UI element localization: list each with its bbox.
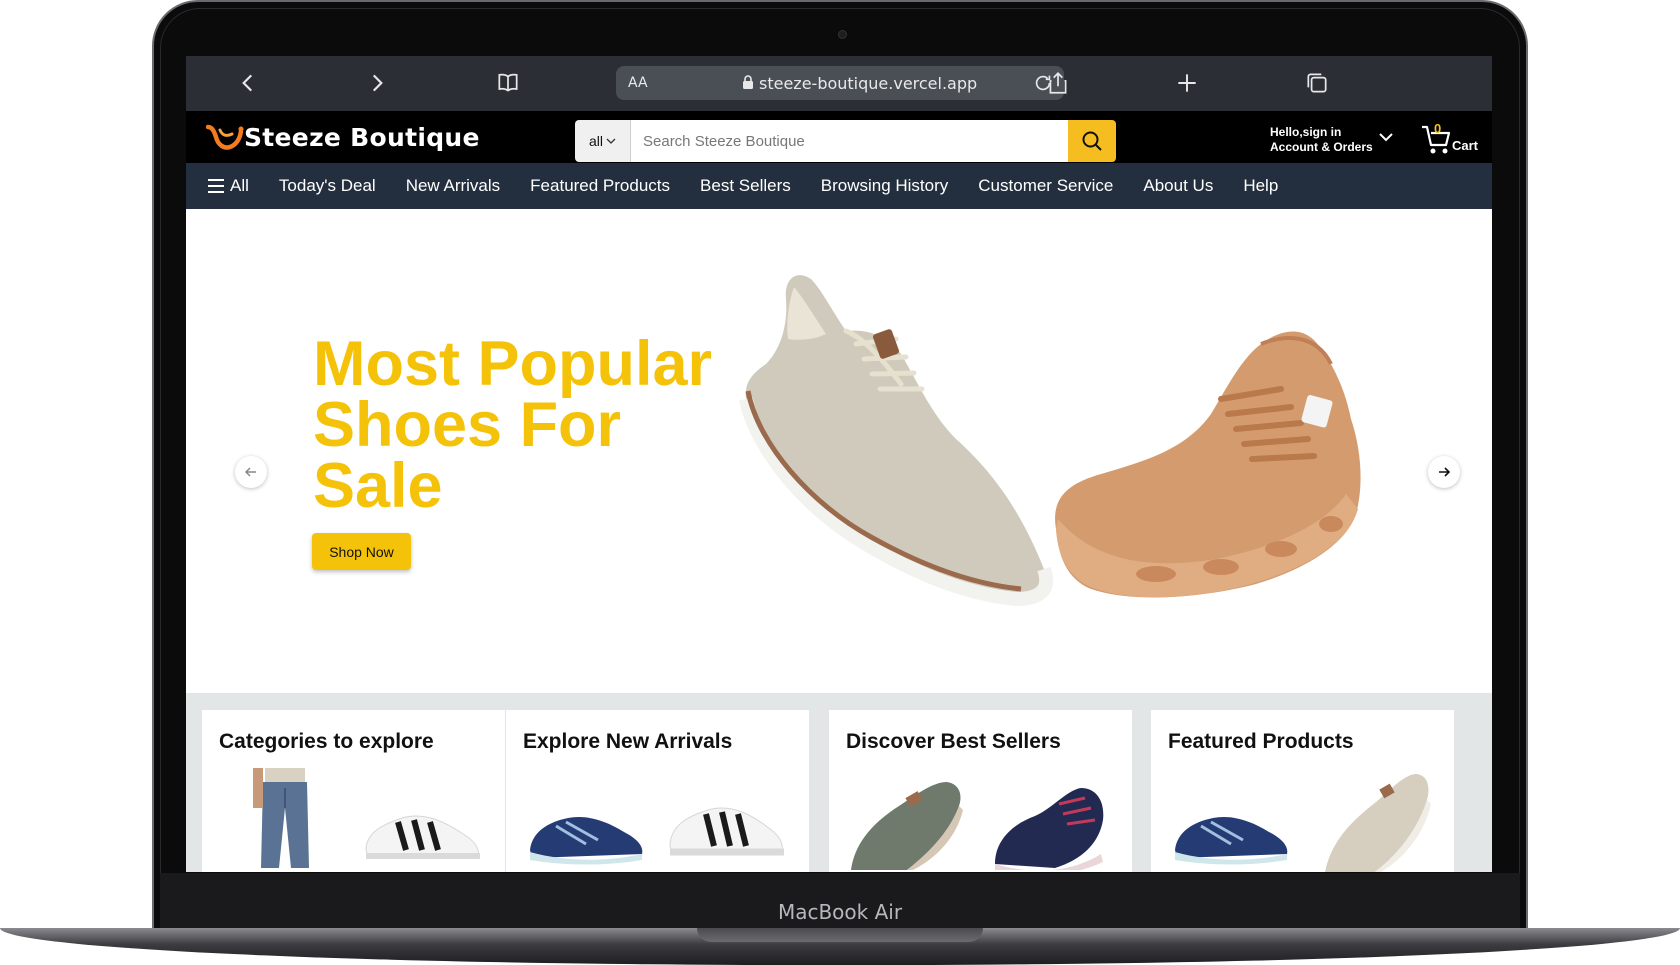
card-new-arrivals[interactable]: Explore New Arrivals	[506, 710, 809, 872]
search-input[interactable]	[631, 120, 1068, 162]
cart-logo-icon	[206, 124, 244, 150]
book-icon[interactable]	[494, 69, 522, 97]
chevron-left-icon[interactable]	[234, 69, 262, 97]
share-icon[interactable]	[1044, 69, 1072, 97]
card-title: Discover Best Sellers	[846, 730, 1061, 753]
nav-item-about-us[interactable]: About Us	[1143, 176, 1213, 196]
nav-item-new-arrivals[interactable]: New Arrivals	[406, 176, 500, 196]
cart-label: Cart	[1452, 138, 1479, 153]
navy-running-shoe-image	[530, 816, 643, 865]
nav-item-best-sellers[interactable]: Best Sellers	[700, 176, 791, 196]
search-bar: all	[575, 120, 1116, 162]
white-sneaker-image	[669, 807, 784, 856]
arrow-left-icon	[244, 467, 256, 477]
nav-item-help[interactable]: Help	[1243, 176, 1278, 196]
reader-mode-button[interactable]: AA	[628, 75, 648, 91]
carousel-next-button[interactable]	[1428, 456, 1460, 488]
chevron-down-icon[interactable]	[1378, 129, 1394, 145]
url-text: steeze-boutique.vercel.app	[759, 74, 978, 93]
browser-screen: AA steeze-boutique.vercel.app Steeze Bou…	[186, 56, 1492, 872]
account-menu[interactable]: Hello,sign in Account & Orders	[1270, 125, 1373, 155]
nav-all-menu[interactable]: All	[208, 176, 249, 196]
card-best-sellers[interactable]: Discover Best Sellers	[829, 710, 1132, 872]
hamburger-icon	[208, 179, 224, 193]
chevron-down-icon	[606, 138, 616, 144]
site-header: Steeze Boutique all Hello,sign in Accoun…	[186, 111, 1492, 163]
olive-sneaker-image	[851, 782, 963, 870]
nav-item-customer-service[interactable]: Customer Service	[978, 176, 1113, 196]
beige-sneaker-image	[739, 275, 1054, 607]
main-nav: All Today's Deal New Arrivals Featured P…	[186, 163, 1492, 209]
card-categories[interactable]: Categories to explore	[202, 710, 505, 872]
search-button[interactable]	[1068, 120, 1116, 162]
beige-sneaker-image	[1325, 774, 1431, 872]
account-greeting: Hello,sign in	[1270, 125, 1342, 139]
shop-now-button[interactable]: Shop Now	[312, 533, 411, 570]
account-orders-label: Account & Orders	[1270, 140, 1373, 154]
tabs-icon[interactable]	[1303, 69, 1331, 97]
card-title: Categories to explore	[219, 730, 434, 753]
brand-logo[interactable]: Steeze Boutique	[206, 119, 480, 155]
browser-toolbar: AA steeze-boutique.vercel.app	[186, 56, 1492, 111]
device-label: MacBook Air	[777, 900, 903, 924]
white-sneaker-image	[365, 815, 480, 859]
chevron-right-icon[interactable]	[363, 69, 391, 97]
navy-skechers-image	[995, 788, 1104, 870]
navy-running-shoe-image	[1175, 816, 1288, 865]
search-icon	[1082, 131, 1102, 151]
nav-all-label: All	[230, 176, 249, 195]
hero-title: Most Popular Shoes For Sale	[313, 329, 713, 521]
hero-banner: Most Popular Shoes For Sale Shop Now	[186, 209, 1492, 693]
card-title: Explore New Arrivals	[523, 730, 733, 753]
card-title: Featured Products	[1168, 730, 1354, 753]
nav-item-featured-products[interactable]: Featured Products	[530, 176, 670, 196]
nav-item-browsing-history[interactable]: Browsing History	[821, 176, 949, 196]
arrow-right-icon	[1439, 467, 1451, 477]
search-category-value: all	[588, 133, 603, 149]
brand-name: Steeze Boutique	[244, 122, 480, 152]
address-bar[interactable]: AA steeze-boutique.vercel.app	[616, 66, 1064, 100]
cart-count: 0	[1434, 121, 1442, 136]
card-featured-products[interactable]: Featured Products	[1151, 710, 1454, 872]
nav-item-todays-deal[interactable]: Today's Deal	[279, 176, 376, 196]
cart-button[interactable]: 0 Cart	[1421, 119, 1481, 157]
camera	[838, 30, 847, 39]
category-cards-section: Categories to explore Explore New Arriva…	[186, 693, 1492, 872]
lock-icon	[743, 75, 753, 89]
carousel-prev-button[interactable]	[235, 456, 267, 488]
laptop-hinge	[697, 928, 983, 942]
plus-icon[interactable]	[1173, 69, 1201, 97]
tan-sneaker-image	[1055, 331, 1361, 598]
jeans-image	[253, 768, 309, 868]
search-category-select[interactable]: all	[575, 120, 631, 162]
